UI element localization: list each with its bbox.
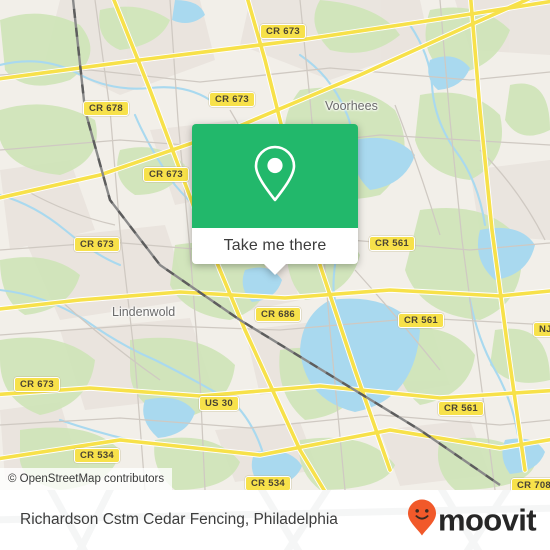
page-title: Richardson Cstm Cedar Fencing, Philadelp… xyxy=(20,511,338,528)
callout-pointer-triangle xyxy=(263,263,287,275)
road-shield: CR 673 xyxy=(74,237,121,252)
map-screenshot: CR 673 CR 673 CR 678 CR 673 CR 673 CR 56… xyxy=(0,0,550,550)
road-shield: US 30 xyxy=(199,396,239,411)
road-shield: CR 673 xyxy=(143,167,190,182)
map-attribution[interactable]: © OpenStreetMap contributors xyxy=(0,468,173,490)
take-me-there-label: Take me there xyxy=(223,237,327,254)
road-shield: CR 561 xyxy=(398,313,445,328)
footer-bar: Richardson Cstm Cedar Fencing, Philadelp… xyxy=(0,490,550,550)
place-label-lindenwold: Lindenwold xyxy=(112,305,176,319)
road-shield: CR 561 xyxy=(369,236,416,251)
road-shield: CR 708 xyxy=(511,478,550,490)
take-me-there-callout[interactable]: Take me there xyxy=(192,124,358,275)
moovit-smiley-pin-icon xyxy=(407,499,437,542)
road-shield: CR 678 xyxy=(83,101,130,116)
road-shield: CR 534 xyxy=(74,448,121,463)
road-shield: CR 561 xyxy=(438,401,485,416)
moovit-logo[interactable]: moovit xyxy=(407,499,537,542)
callout-icon-area xyxy=(192,124,358,228)
place-label-voorhees: Voorhees xyxy=(325,99,378,113)
road-shield: CR 686 xyxy=(255,307,302,322)
road-shield: CR 673 xyxy=(209,92,256,107)
road-shield: CR 673 xyxy=(260,24,307,39)
road-shield: CR 673 xyxy=(14,377,61,392)
callout-action-area[interactable]: Take me there xyxy=(192,228,358,275)
attribution-text: © OpenStreetMap contributors xyxy=(8,473,165,485)
location-pin-icon xyxy=(251,143,299,210)
map-canvas[interactable]: CR 673 CR 673 CR 678 CR 673 CR 673 CR 56… xyxy=(0,0,550,490)
moovit-wordmark: moovit xyxy=(437,502,537,538)
road-shield: NJ xyxy=(533,322,550,337)
road-shield: CR 534 xyxy=(245,476,292,490)
